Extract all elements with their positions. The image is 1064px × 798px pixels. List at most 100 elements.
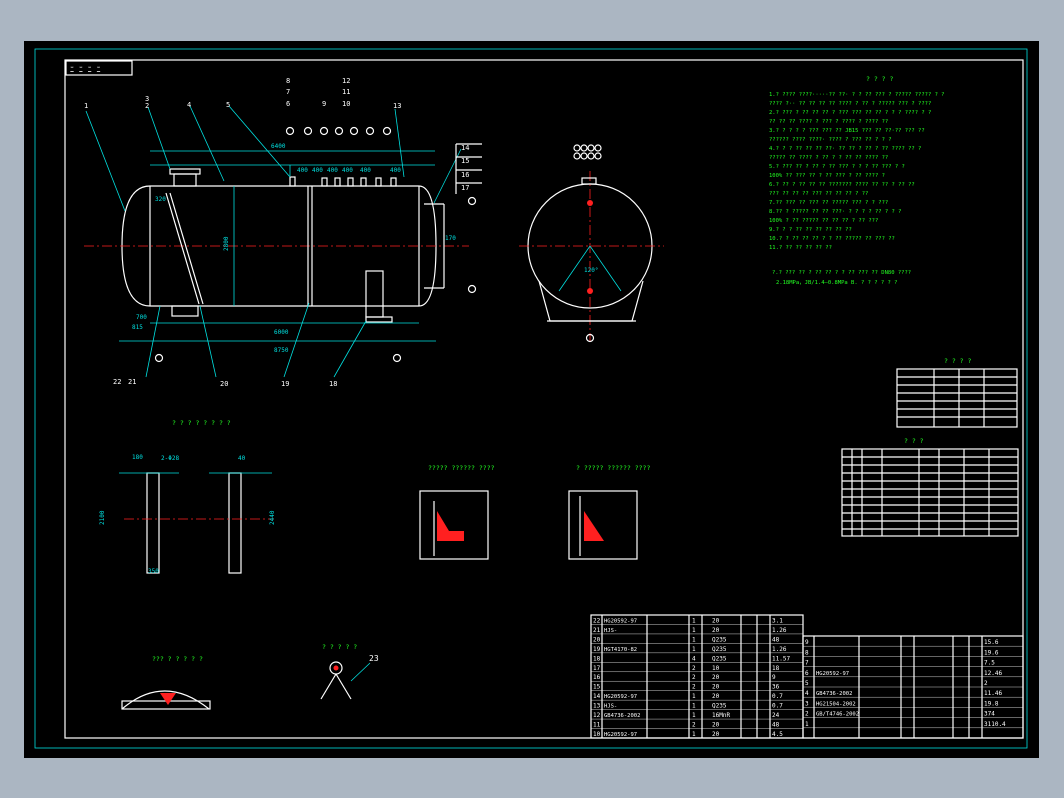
parts-row-qty: 1 <box>692 636 696 643</box>
callout-22: 22 <box>113 378 121 386</box>
parts-row-num-right: 9 <box>805 639 809 646</box>
svg-text:?? ?? ?? ???? ? ??? ? ???? ? ?: ?? ?? ?? ???? ? ??? ? ???? ? ???? ?? <box>769 119 888 125</box>
svg-text:3.? ? ? ? ? ??? ??? ?? JB15 ??: 3.? ? ? ? ? ??? ??? ?? JB15 ??? ?? ??·??… <box>769 128 925 134</box>
parts-row-qty: 1 <box>692 712 696 719</box>
parts-row-qty: 2 <box>692 674 696 681</box>
parts-row-material: 20 <box>712 627 720 634</box>
parts-row-code-right: HG20592-97 <box>816 671 849 677</box>
parts-row-material: 10 <box>712 665 720 672</box>
svg-text:11.? ?? ?? ?? ?? ??: 11.? ?? ?? ?? ?? ?? <box>769 245 832 251</box>
nozzle-table: ? ? ? <box>841 437 1019 537</box>
svg-text:2.? ??? ? ?? ?? ?? ? ??? ??? ?: 2.? ??? ? ?? ?? ?? ? ??? ??? ?? ?? ? ? ?… <box>769 110 931 116</box>
parts-row-weight: 4.5 <box>772 731 783 738</box>
callout-18: 18 <box>329 380 337 388</box>
parts-row-weight: 18 <box>772 665 780 672</box>
parts-row-code: GB4736-2002 <box>604 713 640 719</box>
parts-row-qty: 2 <box>692 722 696 729</box>
parts-row-num: 15 <box>593 684 601 691</box>
parts-row-qty: 1 <box>692 627 696 634</box>
dim-short-d: 170 <box>445 235 456 242</box>
callout-19: 19 <box>281 380 289 388</box>
callout-17: 17 <box>461 184 469 192</box>
parts-row-num: 21 <box>593 627 601 634</box>
svg-text:?.? ??? ?? ? ?? ?? ? ? ?? ???: ?.? ??? ?? ? ?? ?? ? ? ?? ??? ?? DN80 ??… <box>772 270 911 276</box>
dim-noz-4: 400 <box>342 167 353 174</box>
callout-9: 9 <box>322 100 326 108</box>
parts-row-weight: 1.26 <box>772 627 787 634</box>
svg-text:5.? ??? ?? ? ?? ? ?? ??? ? ? ?: 5.? ??? ?? ? ?? ? ?? ??? ? ? ? ?? ??? ? … <box>769 164 905 170</box>
parts-row-num: 12 <box>593 712 601 719</box>
parts-row-weight: 48 <box>772 636 780 643</box>
dim-noz-2: 400 <box>312 167 323 174</box>
corner-tag-text: ﾆ ﾆ ﾆ ﾆ <box>70 65 100 74</box>
dim-shell: 6000 <box>274 329 289 336</box>
parts-row-material: Q235 <box>712 703 727 710</box>
parts-row-num: 16 <box>593 674 601 681</box>
parts-row-code-right: GB4736-2002 <box>816 691 852 697</box>
parts-row-code-right: HG21504-2002 <box>816 701 856 707</box>
parts-row-qty: 2 <box>692 665 696 672</box>
parts-row-weight-right: 7.5 <box>984 660 995 667</box>
parts-row-num-right: 6 <box>805 670 809 677</box>
saddle-h2-dim: 2440 <box>269 510 276 525</box>
lifting-lug-sketch: 23 ? ? ? ? ? <box>320 643 379 700</box>
svg-text:????? ?? ???? ? ?? ? ? ?? ?? ?: ????? ?? ???? ? ?? ? ? ?? ?? ???? ?? <box>769 155 888 161</box>
parts-row-code: HGT4170-82 <box>604 647 637 653</box>
parts-row-weight: 48 <box>772 722 780 729</box>
parts-row-material: Q235 <box>712 646 727 653</box>
parts-row-weight: 0.7 <box>772 703 783 710</box>
dim-noz-1: 400 <box>297 167 308 174</box>
parts-row-material: 20 <box>712 693 720 700</box>
parts-row-qty: 2 <box>692 684 696 691</box>
callout-4: 4 <box>187 101 191 109</box>
dim-short-c: 320 <box>155 196 166 203</box>
design-data-table: ? ? ? ? <box>896 357 1018 428</box>
svg-text:? ? ? ? ? ? ? ?: ? ? ? ? ? ? ? ? <box>172 419 231 427</box>
outer-frame <box>34 48 1028 749</box>
svg-text:100% ? ?? ????? ?? ?? ?? ? ??: 100% ? ?? ????? ?? ?? ?? ? ?? ??? <box>769 218 878 224</box>
parts-row-code: HG20592-97 <box>604 694 637 700</box>
dim-noz-6: 400 <box>390 167 401 174</box>
weld-detail-2: ? ????? ?????? ???? <box>568 464 650 560</box>
parts-row-num: 17 <box>593 665 601 672</box>
drawing-svg: ﾆ ﾆ ﾆ ﾆ 1 3 2 4 5 8 7 6 9 12 11 10 13 14… <box>34 48 1028 749</box>
sump <box>365 270 384 318</box>
callout-13: 13 <box>393 102 401 110</box>
saddle-top2-dim: 40 <box>238 455 246 462</box>
vessel-side-view: 120° <box>519 144 664 343</box>
svg-text:? ????? ?????? ????: ? ????? ?????? ???? <box>576 464 650 472</box>
callout-5: 5 <box>226 101 230 109</box>
parts-row-num-right: 5 <box>805 680 809 687</box>
callout-8: 8 <box>286 77 290 85</box>
parts-row-num-right: 2 <box>805 711 809 718</box>
svg-text:6.? ?? ? ?? ?? ?? ??????? ????: 6.? ?? ? ?? ?? ?? ??????? ???? ?? ?? ? ?… <box>769 182 915 188</box>
parts-row-num-right: 4 <box>805 690 809 697</box>
parts-row-code: HG20592-97 <box>604 732 637 738</box>
saddle-detail: ? ? ? ? ? ? ? ? 180 2-Φ28 40 350 2100 24… <box>99 419 276 575</box>
svg-text:?????? ???? ????· ???? ? ??? ?: ?????? ???? ????· ???? ? ??? ?? ? ? ? <box>769 137 892 143</box>
callout-2: 2 <box>145 102 149 110</box>
parts-row-num-right: 8 <box>805 649 809 656</box>
weld-detail-1: ????? ?????? ???? <box>419 464 495 560</box>
parts-row-code: HG20592-97 <box>604 618 637 624</box>
parts-row-weight: 9 <box>772 674 776 681</box>
dim-noz-5: 400 <box>360 167 371 174</box>
dimension-texts: 6400 6000 8750 815 700 320 170 400 400 4… <box>132 143 456 354</box>
parts-row-num-right: 7 <box>805 660 809 667</box>
parts-row-weight-right: 19.8 <box>984 700 999 707</box>
cad-drawing-canvas: ﾆ ﾆ ﾆ ﾆ 1 3 2 4 5 8 7 6 9 12 11 10 13 14… <box>24 41 1039 758</box>
saddle-right <box>365 316 393 323</box>
parts-list-left: 22 HG20592-97 1 20 3.121 HJS- 1 20 1.2620 1 Q235 48… <box>590 614 804 739</box>
callout-7: 7 <box>286 88 290 96</box>
svg-text:8.?? ? ????? ?? ?? ???· ? ? ?: 8.?? ? ????? ?? ?? ???· ? ? ? ? ?? ? ? ? <box>769 209 901 215</box>
parts-row-num: 19 <box>593 646 601 653</box>
parts-row-qty: 1 <box>692 731 696 738</box>
dim-side-a: 700 <box>136 314 147 321</box>
callout-21: 21 <box>128 378 136 386</box>
svg-text:???? ?·· ?? ?? ?? ?? ???? ? ??: ???? ?·· ?? ?? ?? ?? ???? ? ?? ? ????? ?… <box>769 101 931 107</box>
parts-row-material: Q235 <box>712 655 727 662</box>
parts-row-weight: 1.26 <box>772 646 787 653</box>
callout-16: 16 <box>461 171 469 179</box>
parts-row-num: 10 <box>593 731 601 738</box>
parts-row-qty: 1 <box>692 693 696 700</box>
